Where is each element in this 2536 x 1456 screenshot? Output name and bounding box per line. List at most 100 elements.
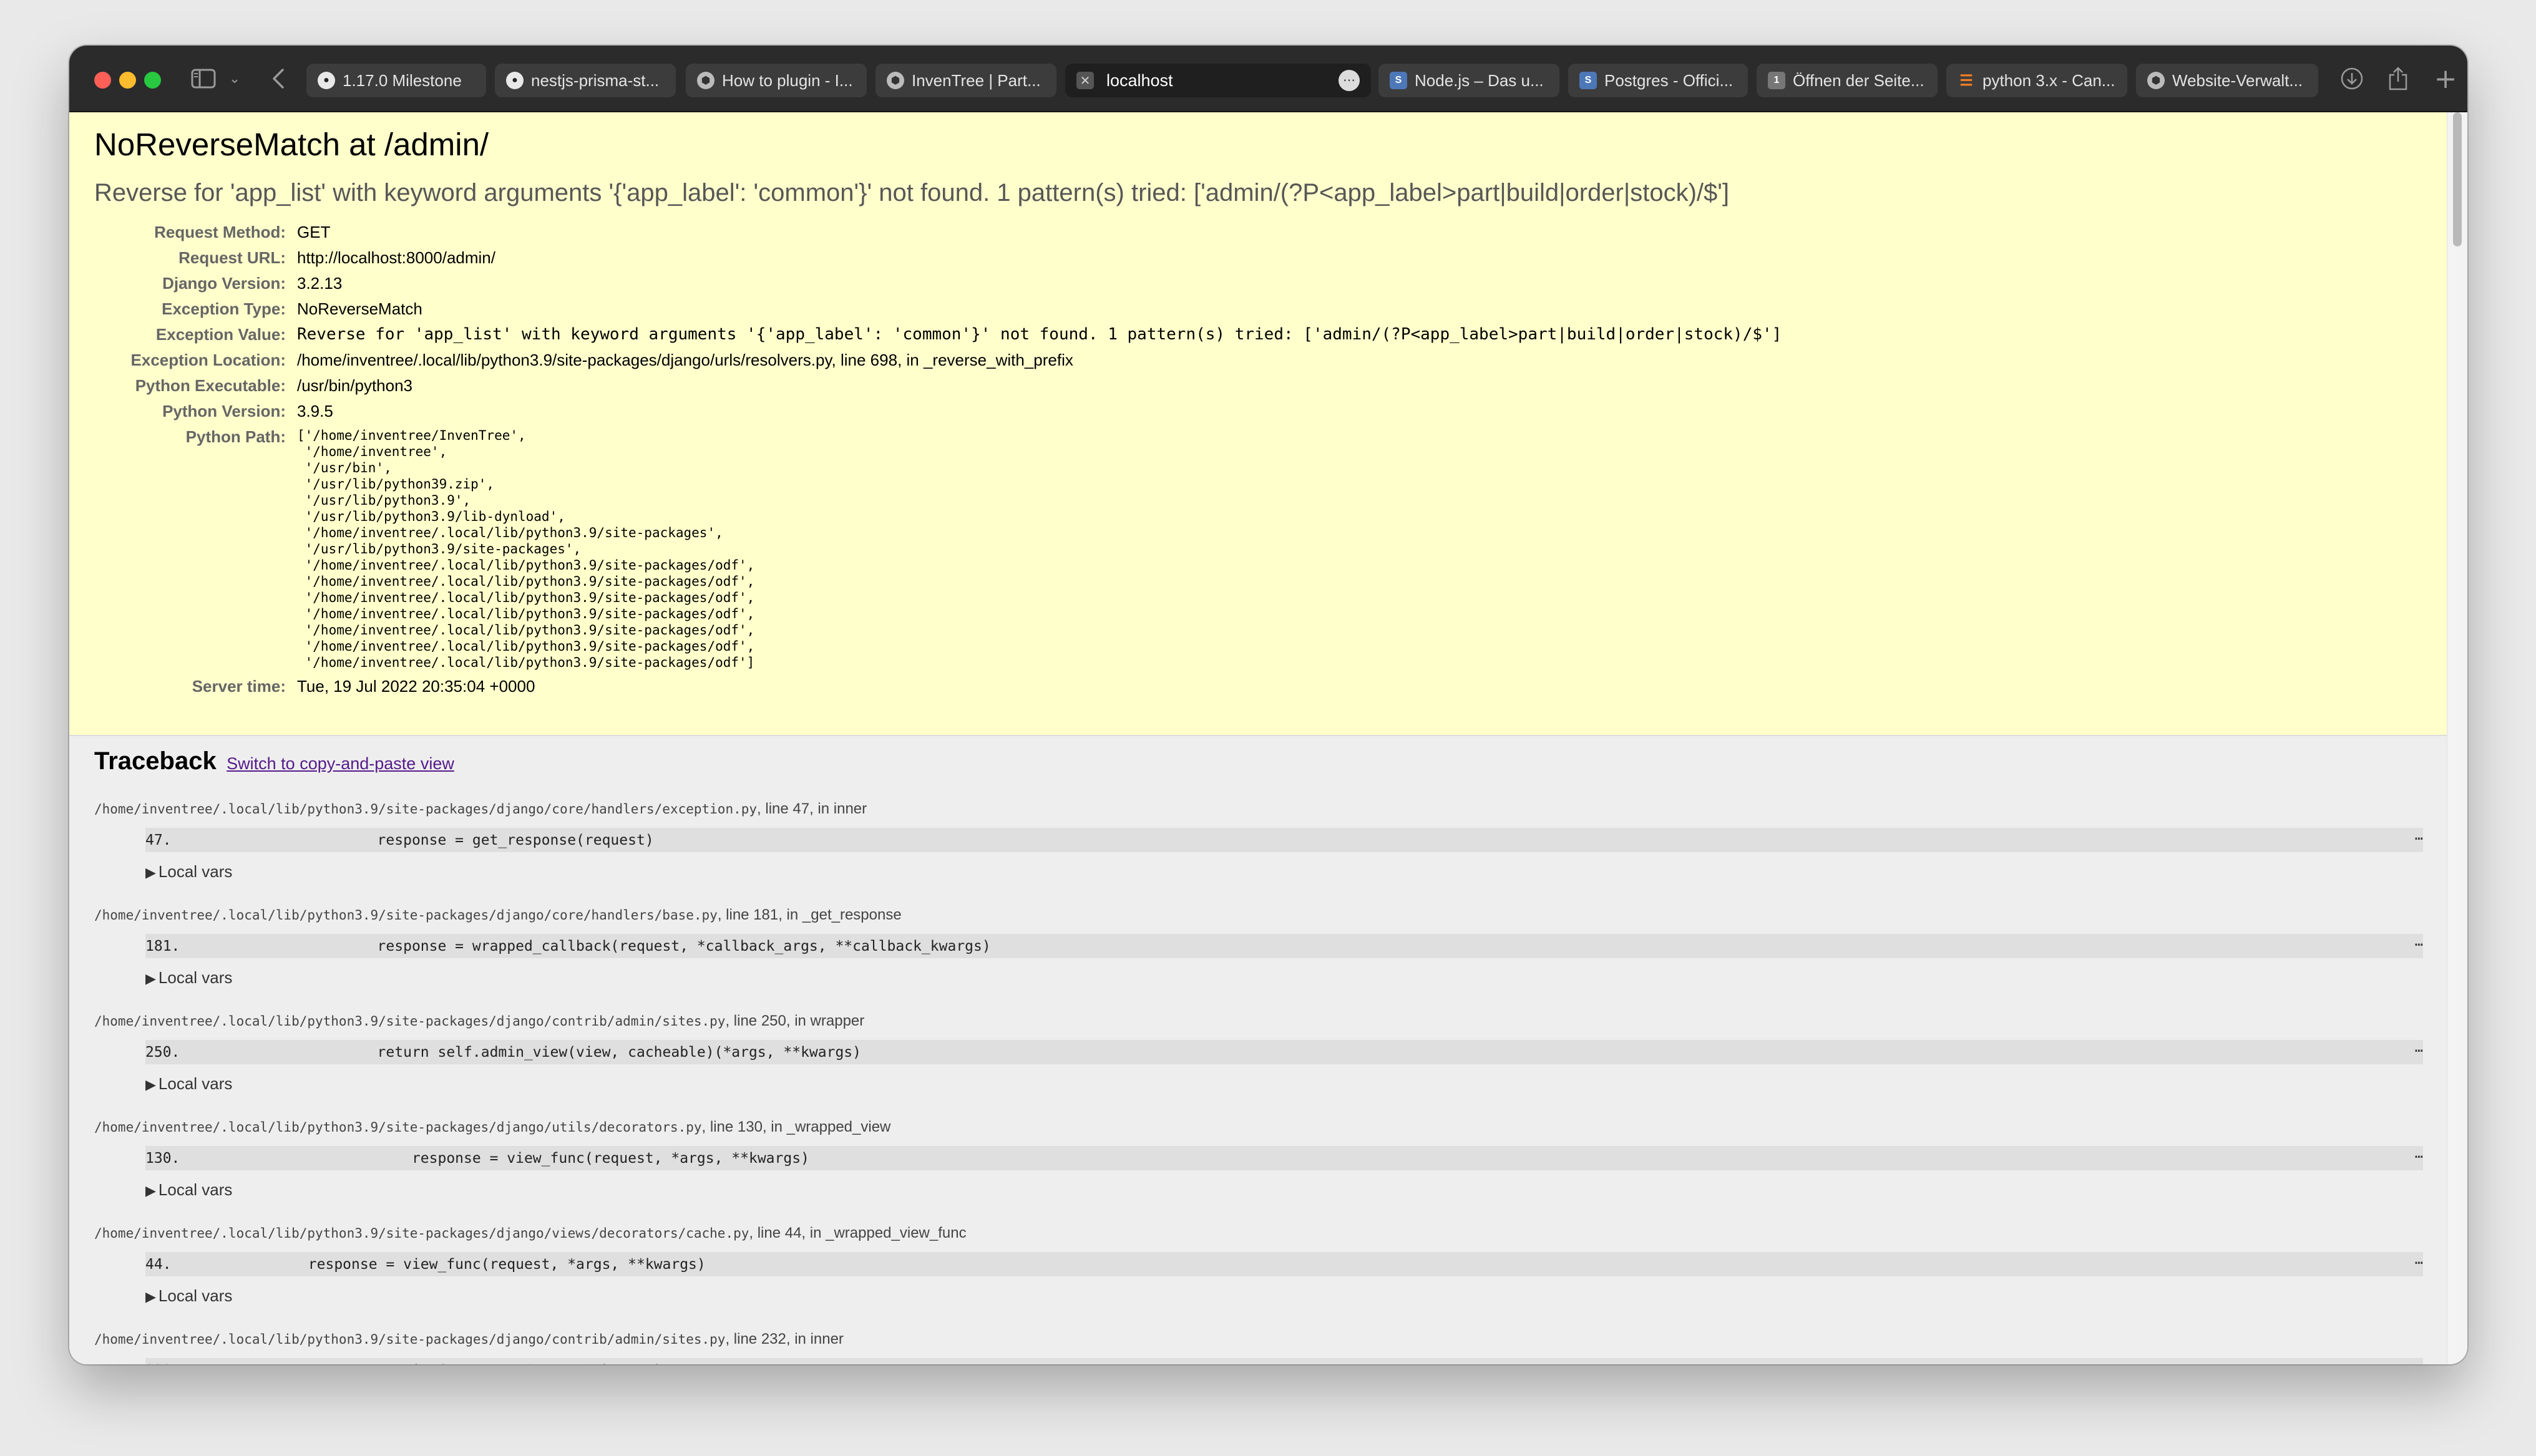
frame-location: /home/inventree/.local/lib/python3.9/sit…: [94, 1331, 2422, 1348]
meta-row: Python Version: 3.9.5: [94, 399, 1782, 424]
tab-label: Node.js – Das u...: [1415, 70, 1544, 90]
tab-nestjs-prisma[interactable]: ● nestjs-prisma-st...: [495, 64, 676, 97]
share-icon[interactable]: [2384, 63, 2412, 94]
tab-inventree-part[interactable]: ⬢ InvenTree | Part...: [875, 64, 1056, 97]
meta-value: /usr/bin/python3: [297, 376, 413, 395]
triangle-right-icon: ▶: [145, 865, 156, 880]
tab-localhost[interactable]: ✕ localhost ⋯: [1065, 64, 1371, 97]
local-vars-toggle[interactable]: ▶ Local vars: [145, 1286, 2422, 1306]
github-icon: ●: [318, 72, 335, 89]
sidebar-toggle-icon[interactable]: [188, 63, 219, 94]
meta-label: Exception Type:: [162, 299, 286, 318]
close-icon[interactable]: ✕: [1076, 72, 1094, 89]
switch-view-link[interactable]: Switch to copy-and-paste view: [227, 754, 454, 773]
tab-python[interactable]: ☰ python 3.x - Can...: [1946, 64, 2127, 97]
triangle-right-icon: ▶: [145, 1289, 156, 1304]
meta-value: Tue, 19 Jul 2022 20:35:04 +0000: [297, 677, 535, 696]
code-context-line[interactable]: 250. return self.admin_view(view, cachea…: [145, 1040, 2423, 1064]
expand-context-marker[interactable]: …: [2415, 1252, 2423, 1268]
code-context-line[interactable]: 232. return view(request, *args, **kwarg…: [145, 1358, 2423, 1364]
tab-how-to-plugin[interactable]: ⬢ How to plugin - I...: [686, 64, 867, 97]
local-vars-toggle[interactable]: ▶ Local vars: [145, 1074, 2422, 1094]
expand-context-marker[interactable]: …: [2415, 828, 2423, 843]
close-window-button[interactable]: [94, 72, 111, 89]
frame-file-path: /home/inventree/.local/lib/python3.9/sit…: [94, 908, 718, 923]
frame-location: /home/inventree/.local/lib/python3.9/sit…: [94, 1225, 2422, 1242]
expand-context-marker[interactable]: …: [2415, 1040, 2423, 1056]
python-path-entry: '/usr/lib/python3.9',: [297, 493, 471, 508]
page-content: NoReverseMatch at /admin/ Reverse for 'a…: [69, 112, 2447, 1364]
python-path-entry: '/usr/lib/python3.9/lib-dynload',: [297, 509, 565, 524]
download-icon[interactable]: [2338, 63, 2366, 94]
scrollbar-thumb[interactable]: [2453, 112, 2462, 246]
line-number: 181.: [145, 938, 180, 954]
tab-label: 1.17.0 Milestone: [343, 70, 462, 90]
meta-label: Request URL:: [178, 248, 286, 267]
page-scrollbar[interactable]: [2447, 112, 2467, 1364]
meta-row: Exception Value: Reverse for 'app_list' w…: [94, 322, 1782, 347]
meta-value: NoReverseMatch: [297, 299, 422, 318]
meta-row: Python Executable: /usr/bin/python3: [94, 373, 1782, 399]
tab-label: InvenTree | Part...: [912, 70, 1041, 90]
code-text: return self.admin_view(view, cacheable)(…: [239, 1044, 861, 1060]
local-vars-toggle[interactable]: ▶ Local vars: [145, 968, 2422, 988]
chevron-down-icon[interactable]: ⌄: [225, 63, 244, 94]
expand-context-marker[interactable]: …: [2415, 1146, 2423, 1162]
tab-milestone[interactable]: ● 1.17.0 Milestone: [306, 64, 486, 97]
meta-label: Exception Value:: [155, 325, 286, 344]
local-vars-label: Local vars: [158, 1180, 233, 1199]
python-path-entry: '/home/inventree',: [297, 444, 447, 459]
meta-label: Python Path:: [185, 427, 286, 446]
code-context-line[interactable]: 130. response = view_func(request, *args…: [145, 1146, 2423, 1170]
line-number: 44.: [145, 1256, 172, 1273]
meta-label: Request Method:: [154, 223, 286, 241]
meta-value: 3.2.13: [297, 274, 343, 293]
local-vars-label: Local vars: [158, 1074, 233, 1093]
frame-file-path: /home/inventree/.local/lib/python3.9/sit…: [94, 802, 758, 817]
minimize-window-button[interactable]: [119, 72, 136, 89]
code-text: response = view_func(request, *args, **k…: [239, 1150, 809, 1167]
triangle-right-icon: ▶: [145, 971, 156, 986]
request-meta-table: Request Method: GET Request URL: http://loc…: [94, 220, 1782, 699]
tab-label: nestjs-prisma-st...: [531, 70, 660, 90]
meta-row: Request Method: GET: [94, 220, 1782, 245]
meta-row: Request URL: http://localhost:8000/admin/: [94, 245, 1782, 271]
line-number: 250.: [145, 1044, 180, 1060]
python-path-entry: '/home/inventree/.local/lib/python3.9/si…: [297, 590, 755, 605]
expand-context-marker[interactable]: …: [2415, 934, 2423, 949]
expand-context-marker[interactable]: …: [2415, 1358, 2423, 1364]
new-tab-icon[interactable]: +: [2432, 63, 2459, 95]
meta-value: GET: [297, 223, 331, 241]
code-context-line[interactable]: 181. response = wrapped_callback(request…: [145, 934, 2423, 958]
number-1-icon: 1: [1768, 72, 1785, 89]
frame-location: /home/inventree/.local/lib/python3.9/sit…: [94, 1119, 2422, 1136]
tab-oeffnen[interactable]: 1 Öffnen der Seite...: [1757, 64, 1938, 97]
more-icon[interactable]: ⋯: [1339, 70, 1360, 91]
python-path-entry: ['/home/inventree/InvenTree',: [297, 428, 526, 443]
local-vars-toggle[interactable]: ▶ Local vars: [145, 862, 2422, 881]
meta-value: http://localhost:8000/admin/: [297, 248, 495, 267]
browser-titlebar: ⌄ ● 1.17.0 Milestone ● nestjs-prisma-st.…: [69, 46, 2467, 112]
traceback-section: Traceback Switch to copy-and-paste view …: [69, 736, 2447, 1364]
back-arrow-icon[interactable]: [266, 63, 291, 94]
python-path-entry: '/home/inventree/.local/lib/python3.9/si…: [297, 558, 755, 573]
triangle-right-icon: ▶: [145, 1077, 156, 1092]
code-context-line[interactable]: 44. response = view_func(request, *args,…: [145, 1252, 2423, 1276]
code-text: response = wrapped_callback(request, *ca…: [239, 938, 991, 954]
meta-label: Python Executable:: [135, 376, 286, 395]
local-vars-label: Local vars: [158, 968, 233, 987]
tab-nodejs[interactable]: S Node.js – Das u...: [1378, 64, 1559, 97]
meta-row: Django Version: 3.2.13: [94, 271, 1782, 296]
code-text: response = get_response(request): [239, 832, 654, 848]
tab-website-verwaltung[interactable]: ⬢ Website-Verwalt...: [2136, 64, 2318, 97]
zoom-window-button[interactable]: [144, 72, 161, 89]
tab-postgres[interactable]: S Postgres - Offici...: [1568, 64, 1748, 97]
line-number: 47.: [145, 832, 172, 848]
exception-message: Reverse for 'app_list' with keyword argu…: [94, 179, 1730, 206]
local-vars-toggle[interactable]: ▶ Local vars: [145, 1180, 2422, 1200]
browser-window: ⌄ ● 1.17.0 Milestone ● nestjs-prisma-st.…: [69, 46, 2467, 1364]
python-path-value: ['/home/inventree/InvenTree', '/home/inv…: [297, 424, 1782, 674]
code-context-line[interactable]: 47. response = get_response(request) …: [145, 828, 2423, 852]
frame-where: , line 232, in inner: [725, 1331, 844, 1347]
stackoverflow-icon: ☰: [1959, 72, 1973, 89]
